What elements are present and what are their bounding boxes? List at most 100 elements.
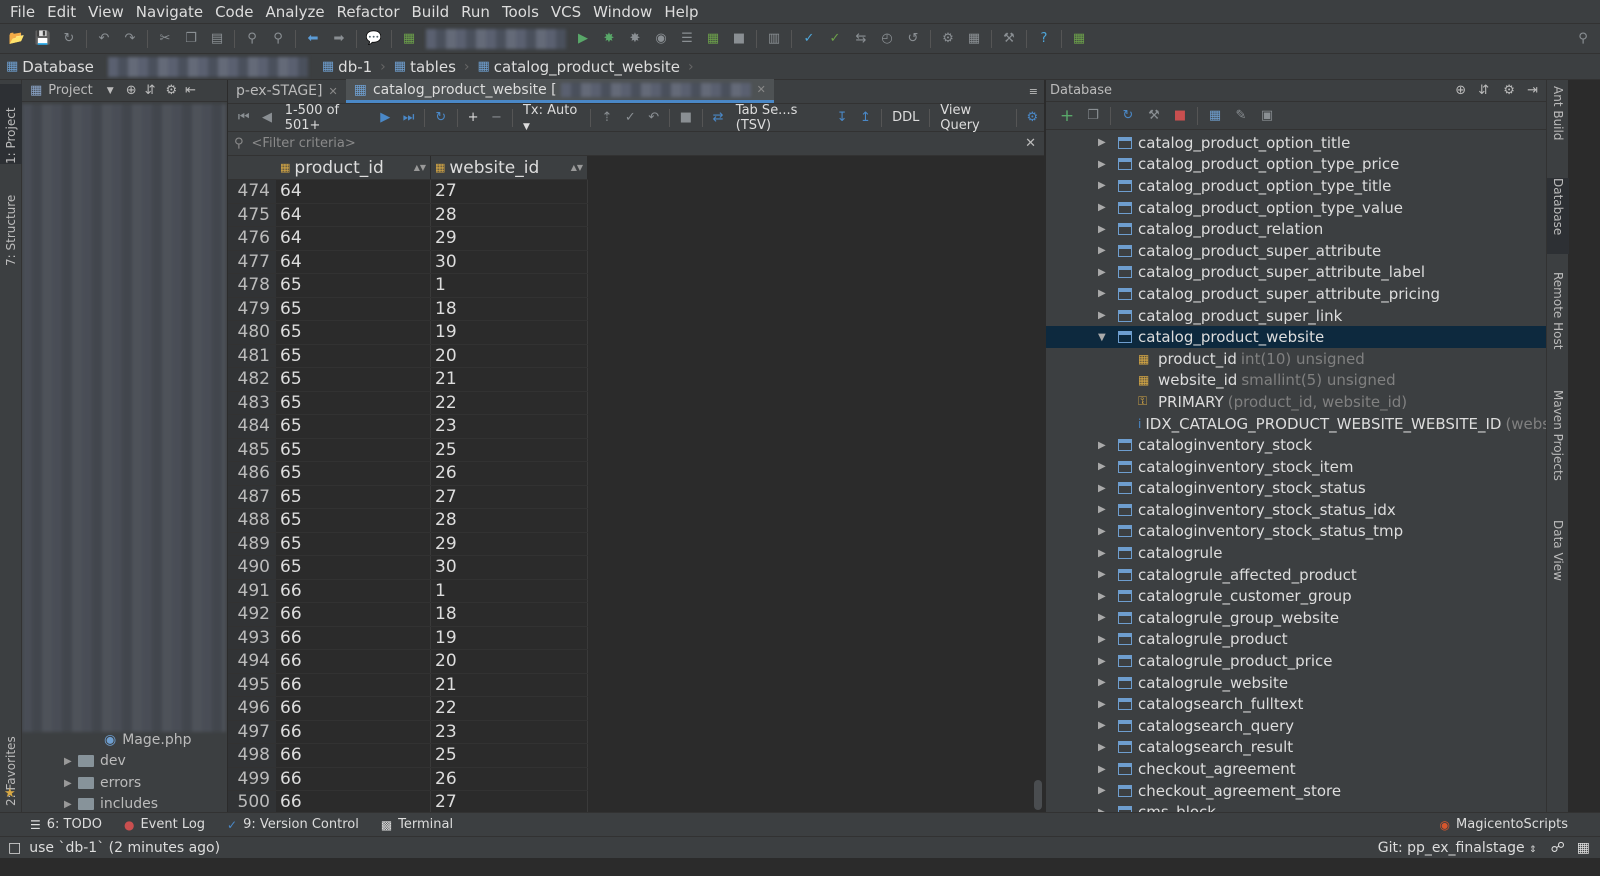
tab-list-icon[interactable]: ≡ xyxy=(1029,85,1038,98)
previous-page-icon[interactable]: ◀ xyxy=(257,107,276,129)
menu-item-build[interactable]: Build xyxy=(406,0,456,24)
table-cell[interactable]: 1 xyxy=(431,579,588,602)
table-cell[interactable]: 66 xyxy=(276,579,431,602)
stop-icon[interactable]: ■ xyxy=(728,28,750,50)
copy-icon[interactable]: ❐ xyxy=(180,28,202,50)
table-cell[interactable]: 28 xyxy=(431,509,588,532)
table-cell[interactable]: 23 xyxy=(431,415,588,438)
db-tree-table[interactable]: ▶ catalogrule_affected_product xyxy=(1046,564,1546,586)
table-cell[interactable]: 19 xyxy=(431,626,588,649)
expand-arrow-icon[interactable]: ▶ xyxy=(1098,310,1112,321)
table-cell[interactable]: 23 xyxy=(431,720,588,743)
disconnect-icon[interactable]: ■ xyxy=(1169,105,1191,127)
sync-icon[interactable]: ↻ xyxy=(58,28,80,50)
table-row[interactable]: 489 65 29 xyxy=(228,532,588,556)
table-row[interactable]: 497 66 23 xyxy=(228,720,588,744)
attach-icon[interactable]: ☰ xyxy=(676,28,698,50)
table-cell[interactable]: 66 xyxy=(276,603,431,626)
gear-icon[interactable]: ⚙ xyxy=(1503,83,1515,98)
db-tree-table[interactable]: ▶ checkout_agreement xyxy=(1046,758,1546,780)
tool-tab-database[interactable]: Database xyxy=(1547,178,1569,254)
rollback-icon[interactable]: ↶ xyxy=(644,107,663,129)
table-cell[interactable]: 65 xyxy=(276,297,431,320)
collapse-icon[interactable]: ⇵ xyxy=(1478,83,1489,98)
vcs-history-icon[interactable]: ◴ xyxy=(876,28,898,50)
table-row[interactable]: 477 64 30 xyxy=(228,250,588,274)
close-icon[interactable]: ✕ xyxy=(328,85,337,98)
table-cell[interactable]: 64 xyxy=(276,180,431,203)
table-cell[interactable]: 27 xyxy=(431,791,588,812)
project-tree-item-dev[interactable]: ▶ dev xyxy=(64,750,126,772)
menu-item-window[interactable]: Window xyxy=(587,0,658,24)
column-header-product-id[interactable]: ▦ product_id ▲▼ xyxy=(276,156,431,179)
table-row[interactable]: 476 64 29 xyxy=(228,227,588,251)
db-tree-table[interactable]: ▶ cataloginventory_stock_status_tmp xyxy=(1046,521,1546,543)
db-tree-table[interactable]: ▶ catalogrule_product_price xyxy=(1046,650,1546,672)
table-cell[interactable]: 29 xyxy=(431,532,588,555)
refresh-icon[interactable]: ↻ xyxy=(1117,105,1139,127)
expand-arrow-icon[interactable]: ▶ xyxy=(1098,742,1112,753)
expand-arrow-icon[interactable]: ▶ xyxy=(1098,720,1112,731)
table-row[interactable]: 490 65 30 xyxy=(228,556,588,580)
expand-arrow-icon[interactable]: ▶ xyxy=(1098,202,1112,213)
git-branch[interactable]: Git: pp_ex_finalstage ⇕ xyxy=(1378,840,1537,856)
table-cell[interactable]: 28 xyxy=(431,203,588,226)
db-tree-table[interactable]: ▶ catalogrule_customer_group xyxy=(1046,585,1546,607)
filter-input[interactable]: <Filter criteria> xyxy=(252,136,1026,151)
table-row[interactable]: 474 64 27 xyxy=(228,180,588,204)
expand-arrow-icon[interactable]: ▶ xyxy=(1098,180,1112,191)
db-tree-table[interactable]: ▶ catalog_product_option_type_price xyxy=(1046,154,1546,176)
table-cell[interactable]: 66 xyxy=(276,720,431,743)
db-tree-table[interactable]: ▶ catalog_product_option_type_value xyxy=(1046,197,1546,219)
page-info[interactable]: 1-500 of 501+ xyxy=(279,103,374,133)
expand-arrow-icon[interactable]: ▶ xyxy=(1098,591,1112,602)
grid-scrollbar[interactable] xyxy=(1034,780,1042,810)
menu-item-view[interactable]: View xyxy=(82,0,130,24)
db-tree-column[interactable]: ▦ product_id int(10) unsigned xyxy=(1046,348,1546,370)
table-cell[interactable]: 20 xyxy=(431,650,588,673)
collapse-arrow-icon[interactable]: ▼ xyxy=(1098,332,1112,343)
db-tree-table[interactable]: ▶ catalog_product_option_type_title xyxy=(1046,175,1546,197)
project-panel-title[interactable]: Project xyxy=(48,83,92,98)
table-row[interactable]: 480 65 19 xyxy=(228,321,588,345)
find-icon[interactable]: ⚲ xyxy=(241,28,263,50)
table-cell[interactable]: 66 xyxy=(276,626,431,649)
expand-arrow-icon[interactable]: ▶ xyxy=(1098,159,1112,170)
db-tree-column[interactable]: ▦ website_id smallint(5) unsigned xyxy=(1046,370,1546,392)
table-row[interactable]: 498 66 25 xyxy=(228,744,588,768)
debug-icon[interactable]: ✸ xyxy=(598,28,620,50)
editor-tab-catalog-product-website[interactable]: ▦ catalog_product_website [✕ xyxy=(345,79,774,103)
table-row[interactable]: 478 65 1 xyxy=(228,274,588,298)
menu-item-tools[interactable]: Tools xyxy=(496,0,545,24)
lock-icon[interactable]: ☍ xyxy=(1551,840,1565,856)
db-tree-table[interactable]: ▶ catalogrule_website xyxy=(1046,672,1546,694)
menu-item-vcs[interactable]: VCS xyxy=(545,0,587,24)
breadcrumb-root[interactable]: ▦ Database xyxy=(0,58,100,76)
vcs-update-icon[interactable]: ✓ xyxy=(798,28,820,50)
close-icon[interactable]: ✕ xyxy=(757,83,766,96)
project-structure-icon[interactable]: ▦ xyxy=(963,28,985,50)
help-icon[interactable]: ? xyxy=(1033,28,1055,50)
table-cell[interactable]: 65 xyxy=(276,485,431,508)
table-cell[interactable]: 65 xyxy=(276,368,431,391)
expand-arrow-icon[interactable]: ▶ xyxy=(1098,526,1112,537)
tx-mode-select[interactable]: Tx: Auto ▼ xyxy=(517,103,587,133)
editor-tab-stage[interactable]: p-ex-STAGE] ✕ xyxy=(228,79,346,103)
table-row[interactable]: 491 66 1 xyxy=(228,579,588,603)
submit-icon[interactable]: ⇡ xyxy=(597,107,616,129)
open-icon[interactable]: 📂 xyxy=(6,28,28,50)
table-cell[interactable]: 30 xyxy=(431,556,588,579)
run-configuration-select[interactable] xyxy=(426,28,566,49)
column-header-website-id[interactable]: ▦ website_id ▲▼ xyxy=(431,156,588,179)
expand-arrow-icon[interactable]: ▶ xyxy=(1098,785,1112,796)
tool-event-log[interactable]: ● Event Log xyxy=(124,817,205,832)
replace-icon[interactable]: ⚲ xyxy=(267,28,289,50)
db-tree-table[interactable]: ▼ catalog_product_website xyxy=(1046,326,1546,348)
compare-icon[interactable]: ⇄ xyxy=(708,107,727,129)
table-cell[interactable]: 21 xyxy=(431,673,588,696)
tool-tab-maven-projects[interactable]: Maven Projects xyxy=(1547,390,1569,500)
expand-arrow-icon[interactable]: ▶ xyxy=(1098,656,1112,667)
run-icon[interactable]: ▶ xyxy=(572,28,594,50)
vcs-commit-icon[interactable]: ✓ xyxy=(824,28,846,50)
forward-icon[interactable]: ➡ xyxy=(328,28,350,50)
